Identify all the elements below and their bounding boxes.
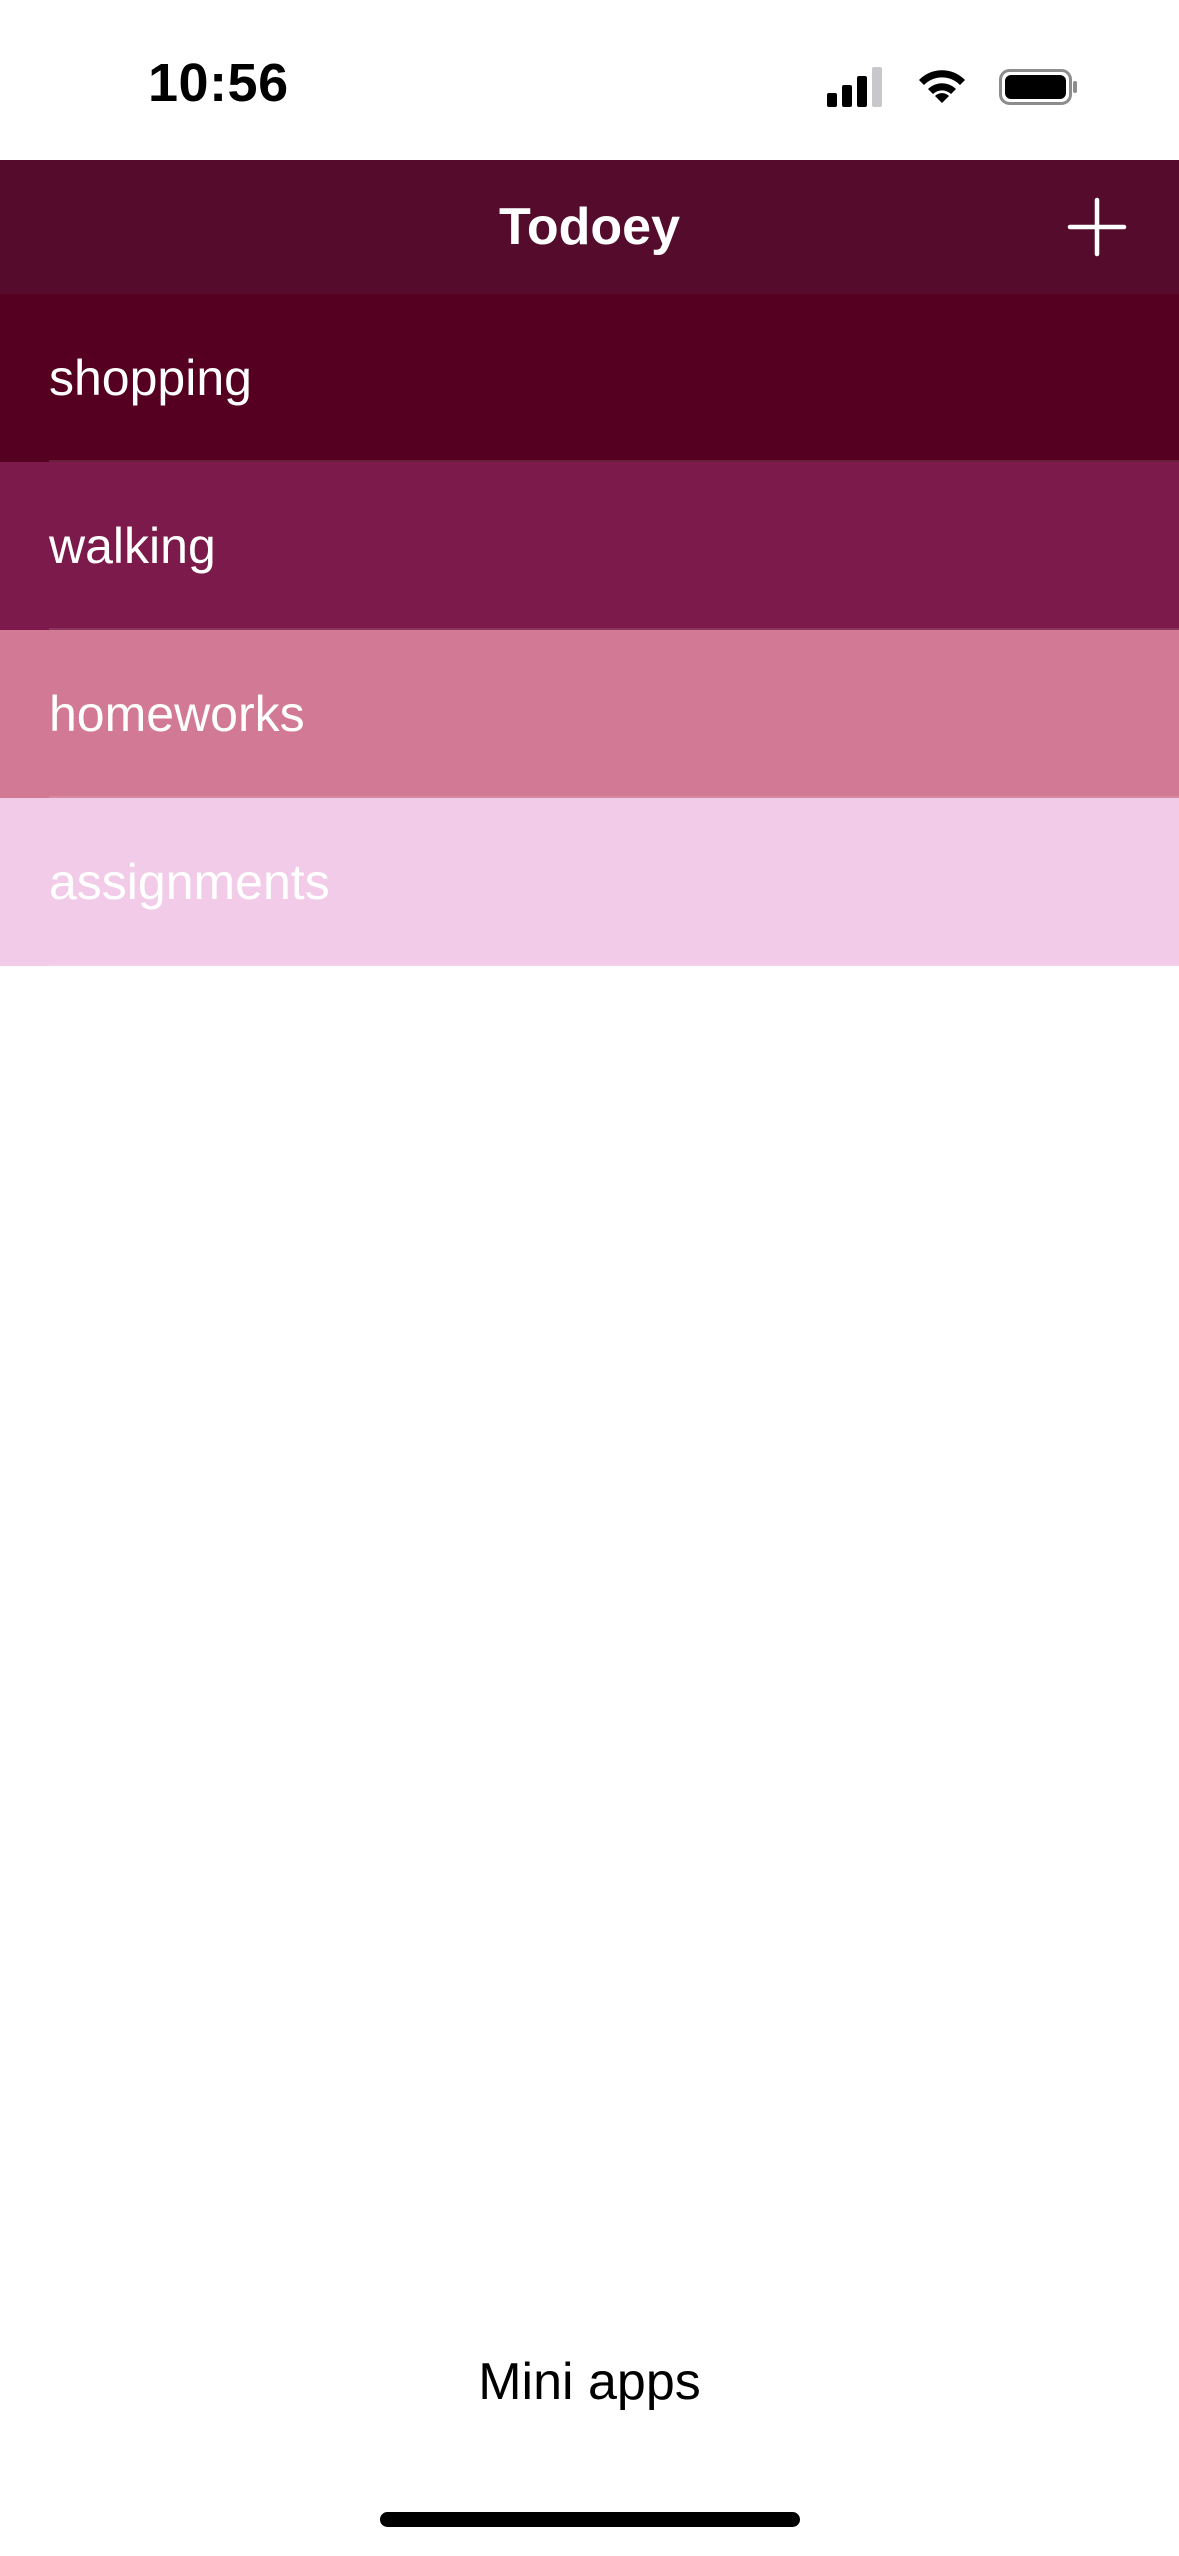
status-bar: 10:56 [0, 0, 1179, 160]
list-item[interactable]: assignments [0, 798, 1179, 966]
category-list: shopping walking homeworks assignments [0, 294, 1179, 966]
list-item[interactable]: shopping [0, 294, 1179, 462]
page-title: Todoey [498, 198, 681, 256]
list-item-label: homeworks [49, 686, 305, 742]
navigation-bar: Todoey [0, 160, 1179, 294]
list-item-label: shopping [49, 350, 252, 406]
home-indicator[interactable] [380, 2512, 800, 2527]
status-icons [827, 62, 1079, 112]
add-category-button[interactable] [1067, 197, 1127, 257]
plus-icon [1067, 197, 1127, 257]
row-separator [49, 964, 1179, 966]
list-item-label: walking [49, 518, 216, 574]
cellular-signal-icon [827, 67, 885, 107]
list-item-label: assignments [49, 854, 330, 910]
wifi-icon [915, 67, 969, 107]
list-item[interactable]: homeworks [0, 630, 1179, 798]
mini-apps-label: Mini apps [478, 2353, 701, 2411]
list-item[interactable]: walking [0, 462, 1179, 630]
battery-icon [999, 67, 1079, 107]
status-time: 10:56 [148, 53, 289, 113]
